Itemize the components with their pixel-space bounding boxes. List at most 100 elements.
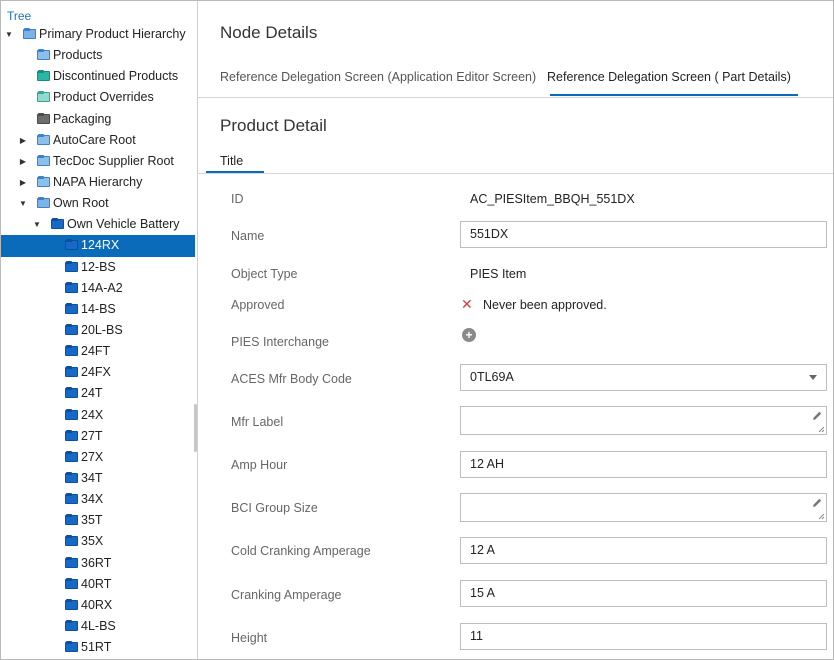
tree-item[interactable]: ▼ Own Root (1, 193, 195, 214)
cranking-label: Cranking Amperage (231, 588, 342, 602)
name-label: Name (231, 229, 265, 243)
tree-item[interactable]: 14-BS (1, 299, 195, 320)
mfr-label-textarea[interactable] (460, 406, 827, 435)
pencil-icon[interactable] (811, 497, 823, 509)
tree-item[interactable]: 36RT (1, 553, 195, 574)
folder-icon (65, 577, 78, 589)
bci-group-size-textarea[interactable] (460, 493, 827, 522)
tree-list: ▼ Primary Product Hierarchy Products Discon… (1, 24, 195, 658)
tree-item[interactable]: 27T (1, 426, 195, 447)
mfr-label-label: Mfr Label (231, 415, 284, 429)
caret-right-icon[interactable]: ▶ (18, 172, 28, 193)
x-icon: ✕ (461, 296, 473, 312)
folder-icon (37, 112, 50, 124)
tree-item[interactable]: 51RT (1, 637, 195, 658)
approved-label: Approved (231, 298, 285, 312)
tree-item-label: 124RX (81, 238, 120, 253)
caret-down-icon[interactable]: ▼ (18, 193, 28, 214)
app-frame: Tree ▼ Primary Product Hierarchy Products D… (0, 0, 834, 660)
tab-application-editor[interactable]: Reference Delegation Screen (Application… (220, 70, 536, 84)
tree-item-label: 36RT (81, 555, 112, 570)
tree-item[interactable]: 12-BS (1, 257, 195, 278)
tree-item-label: 4L-BS (81, 618, 116, 633)
cranking-input[interactable]: 15 A (460, 580, 827, 607)
tree-item[interactable]: 24FX (1, 362, 195, 383)
caret-down-icon[interactable]: ▼ (4, 24, 14, 45)
tree-item[interactable]: 40RX (1, 595, 195, 616)
tree-item[interactable]: Product Overrides (1, 87, 195, 108)
bci-group-size-label: BCI Group Size (231, 501, 318, 515)
folder-icon (37, 154, 50, 166)
tree-item[interactable]: ▶ TecDoc Supplier Root (1, 151, 195, 172)
tree-item[interactable]: 27X (1, 447, 195, 468)
tree-item[interactable]: 20L-BS (1, 320, 195, 341)
resize-handle-icon[interactable] (818, 426, 825, 433)
tree-item[interactable]: 40RT (1, 574, 195, 595)
folder-icon (65, 493, 78, 505)
folder-icon (65, 641, 78, 653)
tree-item[interactable]: 34T (1, 468, 195, 489)
folder-icon (65, 450, 78, 462)
tree-item-label: 35X (81, 534, 104, 549)
tree-item-label: 24X (81, 407, 104, 422)
tree-item-label: 51RT (81, 640, 112, 655)
tree-item[interactable]: 24FT (1, 341, 195, 362)
tree-item-label: NAPA Hierarchy (53, 174, 143, 189)
caret-right-icon[interactable]: ▶ (18, 151, 28, 172)
height-label: Height (231, 631, 268, 645)
tree-item-label: 34X (81, 492, 104, 507)
tab-bar: Reference Delegation Screen (Application… (198, 59, 833, 98)
tree-item[interactable]: 24X (1, 405, 195, 426)
cold-cranking-input[interactable]: 12 A (460, 537, 827, 564)
folder-icon (65, 535, 78, 547)
chevron-down-icon[interactable] (809, 375, 817, 380)
tree-item[interactable]: Packaging (1, 109, 195, 130)
tree-item[interactable]: ▼ Primary Product Hierarchy (1, 24, 195, 45)
tree-item-label: 27T (81, 428, 103, 443)
tree-item-label: Discontinued Products (53, 69, 179, 84)
plus-circle-icon[interactable]: + (462, 328, 476, 342)
tree-item-label: Packaging (53, 111, 112, 126)
tree-item[interactable]: Discontinued Products (1, 66, 195, 87)
tree-header[interactable]: Tree (7, 9, 31, 23)
tree-item-label: Primary Product Hierarchy (39, 27, 186, 41)
tree-item[interactable]: 14A-A2 (1, 278, 195, 299)
tree-item[interactable]: 4L-BS (1, 616, 195, 637)
tree-item-label: 34T (81, 470, 103, 485)
tree-item[interactable]: 35T (1, 510, 195, 531)
id-value: AC_PIESItem_BBQH_551DX (470, 192, 635, 206)
tab-part-details[interactable]: Reference Delegation Screen ( Part Detai… (547, 70, 791, 84)
tree-item[interactable]: ▶ NAPA Hierarchy (1, 172, 195, 193)
resize-handle-icon[interactable] (818, 513, 825, 520)
tree-item[interactable]: Products (1, 45, 195, 66)
name-input[interactable]: 551DX (460, 221, 827, 248)
folder-icon (65, 598, 78, 610)
folder-icon (65, 366, 78, 378)
tree-item[interactable]: ▼ Own Vehicle Battery (1, 214, 195, 235)
caret-down-icon[interactable]: ▼ (32, 214, 42, 235)
folder-icon (65, 429, 78, 441)
pies-interchange-label: PIES Interchange (231, 335, 329, 349)
amp-hour-label: Amp Hour (231, 458, 288, 472)
section-title: Product Detail (220, 116, 327, 135)
amp-hour-input[interactable]: 12 AH (460, 451, 827, 478)
tree-scrollbar[interactable] (194, 404, 197, 452)
tree-item[interactable]: 124RX (1, 235, 195, 257)
height-input[interactable]: 11 (460, 623, 827, 650)
tree-item-label: 24FX (81, 365, 111, 380)
folder-icon (65, 345, 78, 357)
tree-item[interactable]: 34X (1, 489, 195, 510)
cold-cranking-label: Cold Cranking Amperage (231, 544, 371, 558)
aces-body-code-value: 0TL69A (470, 370, 514, 384)
tree-item-label: 40RX (81, 597, 113, 612)
folder-icon (37, 70, 50, 82)
tree-item[interactable]: 24T (1, 383, 195, 404)
caret-right-icon[interactable]: ▶ (18, 130, 28, 151)
subtab-title[interactable]: Title (220, 154, 243, 168)
node-details-panel: Node Details Reference Delegation Screen… (198, 1, 833, 659)
aces-body-code-select[interactable]: 0TL69A (460, 364, 827, 391)
tree-item[interactable]: ▶ AutoCare Root (1, 130, 195, 151)
tree-item[interactable]: 35X (1, 531, 195, 552)
tree-panel: Tree ▼ Primary Product Hierarchy Products D… (1, 1, 198, 659)
pencil-icon[interactable] (811, 410, 823, 422)
